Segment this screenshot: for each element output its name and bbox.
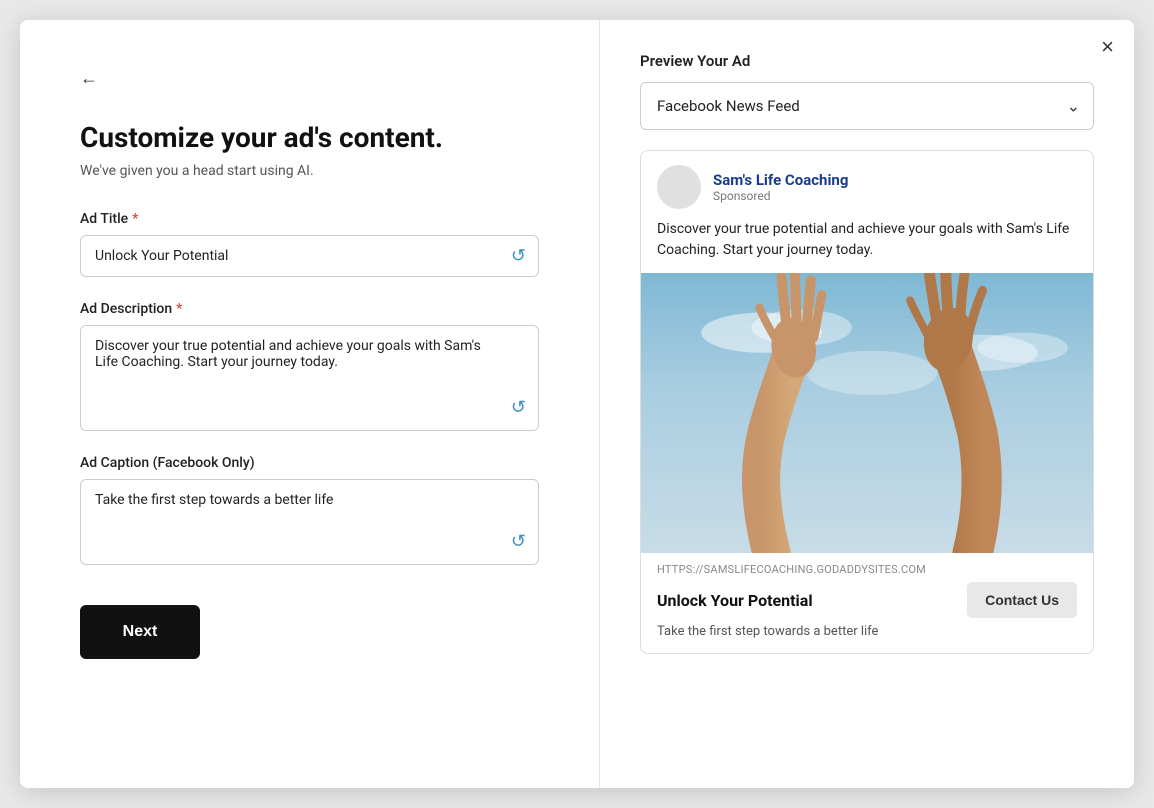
required-star-title: * (132, 211, 138, 227)
ad-title-input[interactable] (81, 236, 538, 276)
ad-caption-label: Ad Caption (Facebook Only) (80, 455, 539, 471)
ad-description-input-wrapper: Discover your true potential and achieve… (80, 325, 539, 431)
ad-description-group: Ad Description * Discover your true pote… (80, 301, 539, 431)
refresh-title-icon[interactable]: ↺ (511, 245, 526, 266)
preview-select-wrapper: Facebook News FeedInstagram FeedFacebook… (640, 82, 1094, 130)
page-subtitle: We've given you a head start using AI. (80, 163, 539, 179)
avatar (657, 165, 701, 209)
refresh-description-icon[interactable]: ↺ (511, 397, 526, 418)
ad-url: HTTPS://SAMSLIFECOACHING.GODADDYSITES.CO… (657, 563, 1077, 576)
close-button[interactable]: × (1101, 36, 1114, 58)
page-title: Customize your ad's content. (80, 121, 539, 155)
ad-description-label: Ad Description * (80, 301, 539, 317)
ad-cta-row: Unlock Your Potential Contact Us (657, 582, 1077, 618)
ad-image (641, 273, 1093, 553)
ad-footer: HTTPS://SAMSLIFECOACHING.GODADDYSITES.CO… (641, 553, 1093, 653)
ad-caption-input-wrapper: Take the first step towards a better lif… (80, 479, 539, 565)
ad-title-label: Ad Title * (80, 211, 539, 227)
ad-caption-textarea[interactable]: Take the first step towards a better lif… (81, 480, 538, 560)
ad-sponsored-label: Sponsored (713, 189, 848, 203)
refresh-caption-icon[interactable]: ↺ (511, 531, 526, 552)
preview-label: Preview Your Ad (640, 52, 1094, 70)
ad-caption-group: Ad Caption (Facebook Only) Take the firs… (80, 455, 539, 565)
next-button[interactable]: Next (80, 605, 200, 659)
ad-description-preview: Discover your true potential and achieve… (641, 219, 1093, 273)
contact-us-button[interactable]: Contact Us (967, 582, 1077, 618)
required-star-desc: * (176, 301, 182, 317)
right-panel: × Preview Your Ad Facebook News FeedInst… (600, 20, 1134, 788)
back-arrow-icon: ← (80, 68, 98, 89)
ad-description-textarea[interactable]: Discover your true potential and achieve… (81, 326, 538, 426)
ad-title-input-wrapper: ↺ (80, 235, 539, 277)
preview-select[interactable]: Facebook News FeedInstagram FeedFacebook… (640, 82, 1094, 130)
ad-header: Sam's Life Coaching Sponsored (641, 151, 1093, 219)
ad-cta-title: Unlock Your Potential (657, 591, 813, 610)
ad-preview-card: Sam's Life Coaching Sponsored Discover y… (640, 150, 1094, 654)
modal-container: ← Customize your ad's content. We've giv… (20, 20, 1134, 788)
ad-caption-preview: Take the first step towards a better lif… (657, 624, 1077, 639)
left-panel: ← Customize your ad's content. We've giv… (20, 20, 600, 788)
ad-brand-info: Sam's Life Coaching Sponsored (713, 171, 848, 203)
ad-brand-name: Sam's Life Coaching (713, 171, 848, 189)
back-button[interactable]: ← (80, 68, 539, 89)
ad-title-group: Ad Title * ↺ (80, 211, 539, 277)
